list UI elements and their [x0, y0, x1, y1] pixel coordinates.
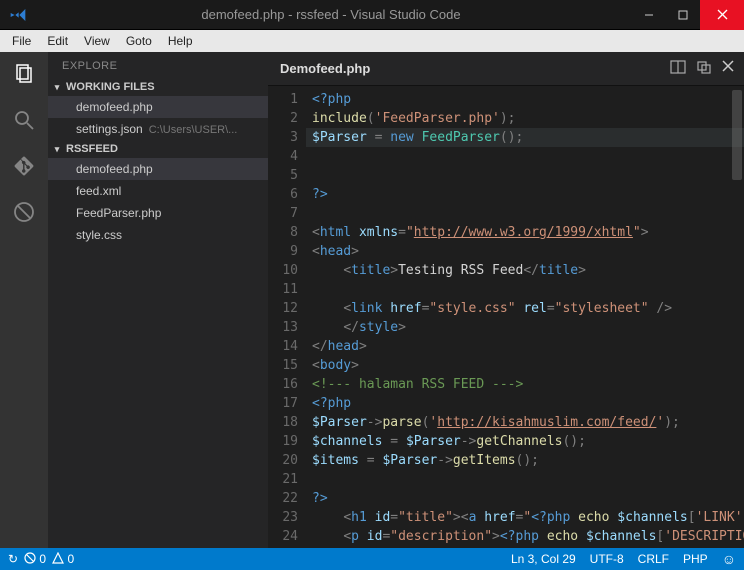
- minimize-button[interactable]: [632, 0, 666, 30]
- menu-help[interactable]: Help: [160, 32, 201, 50]
- close-tab-icon[interactable]: [722, 60, 734, 77]
- sync-icon[interactable]: ↻: [8, 552, 18, 566]
- explorer-icon[interactable]: [10, 60, 38, 88]
- window-controls: [632, 0, 744, 30]
- vertical-scrollbar[interactable]: [732, 90, 742, 180]
- working-file-item[interactable]: demofeed.php: [48, 96, 268, 118]
- search-icon[interactable]: [10, 106, 38, 134]
- encoding[interactable]: UTF-8: [590, 552, 624, 566]
- file-label: FeedParser.php: [76, 206, 161, 220]
- warnings-count: 0: [67, 552, 74, 566]
- working-files-label: WORKING FILES: [66, 81, 155, 93]
- file-item[interactable]: demofeed.php: [48, 158, 268, 180]
- more-icon[interactable]: [696, 60, 712, 77]
- code-editor[interactable]: 123456789101112131415161718192021222324 …: [268, 86, 744, 548]
- line-numbers: 123456789101112131415161718192021222324: [268, 86, 306, 548]
- chevron-down-icon: ▾: [52, 82, 62, 93]
- tab-bar: Demofeed.php: [268, 52, 744, 86]
- folder-header[interactable]: ▾ RSSFEED: [48, 140, 268, 158]
- editor-area: Demofeed.php 123456789101112131415161718…: [268, 52, 744, 548]
- warnings-status[interactable]: 0: [52, 552, 74, 566]
- file-label: style.css: [76, 228, 122, 242]
- eol[interactable]: CRLF: [638, 552, 669, 566]
- split-editor-icon[interactable]: [670, 60, 686, 77]
- file-item[interactable]: FeedParser.php: [48, 202, 268, 224]
- errors-count: 0: [39, 552, 46, 566]
- close-button[interactable]: [700, 0, 744, 30]
- file-label: demofeed.php: [76, 100, 153, 114]
- code-lines[interactable]: <?php include('FeedParser.php'); $Parser…: [306, 86, 744, 548]
- file-item[interactable]: style.css: [48, 224, 268, 246]
- chevron-down-icon: ▾: [52, 144, 62, 155]
- language-mode[interactable]: PHP: [683, 552, 708, 566]
- window-title: demofeed.php - rssfeed - Visual Studio C…: [30, 7, 632, 22]
- cursor-position[interactable]: Ln 3, Col 29: [511, 552, 576, 566]
- menu-edit[interactable]: Edit: [39, 32, 76, 50]
- menu-view[interactable]: View: [76, 32, 118, 50]
- main-area: EXPLORE ▾ WORKING FILES demofeed.php set…: [0, 52, 744, 548]
- git-icon[interactable]: [10, 152, 38, 180]
- menu-goto[interactable]: Goto: [118, 32, 160, 50]
- status-bar: ↻ 0 0 Ln 3, Col 29 UTF-8 CRLF PHP ☺: [0, 548, 744, 570]
- working-files-header[interactable]: ▾ WORKING FILES: [48, 78, 268, 96]
- folder-label: RSSFEED: [66, 143, 118, 155]
- maximize-button[interactable]: [666, 0, 700, 30]
- file-label: demofeed.php: [76, 162, 153, 176]
- file-item[interactable]: feed.xml: [48, 180, 268, 202]
- activity-bar: [0, 52, 48, 548]
- file-hint: C:\Users\USER\...: [149, 124, 238, 136]
- debug-icon[interactable]: [10, 198, 38, 226]
- menu-bar: File Edit View Goto Help: [0, 30, 744, 52]
- file-label: settings.json: [76, 122, 143, 136]
- feedback-icon[interactable]: ☺: [722, 551, 736, 567]
- file-label: feed.xml: [76, 184, 121, 198]
- sidebar-title: EXPLORE: [48, 52, 268, 78]
- tab-active[interactable]: Demofeed.php: [268, 61, 382, 76]
- working-file-item[interactable]: settings.json C:\Users\USER\...: [48, 118, 268, 140]
- errors-status[interactable]: 0: [24, 552, 46, 566]
- title-bar: demofeed.php - rssfeed - Visual Studio C…: [0, 0, 744, 30]
- sidebar: EXPLORE ▾ WORKING FILES demofeed.php set…: [48, 52, 268, 548]
- tab-actions: [670, 60, 744, 77]
- menu-file[interactable]: File: [4, 32, 39, 50]
- vscode-logo-icon: [6, 0, 30, 30]
